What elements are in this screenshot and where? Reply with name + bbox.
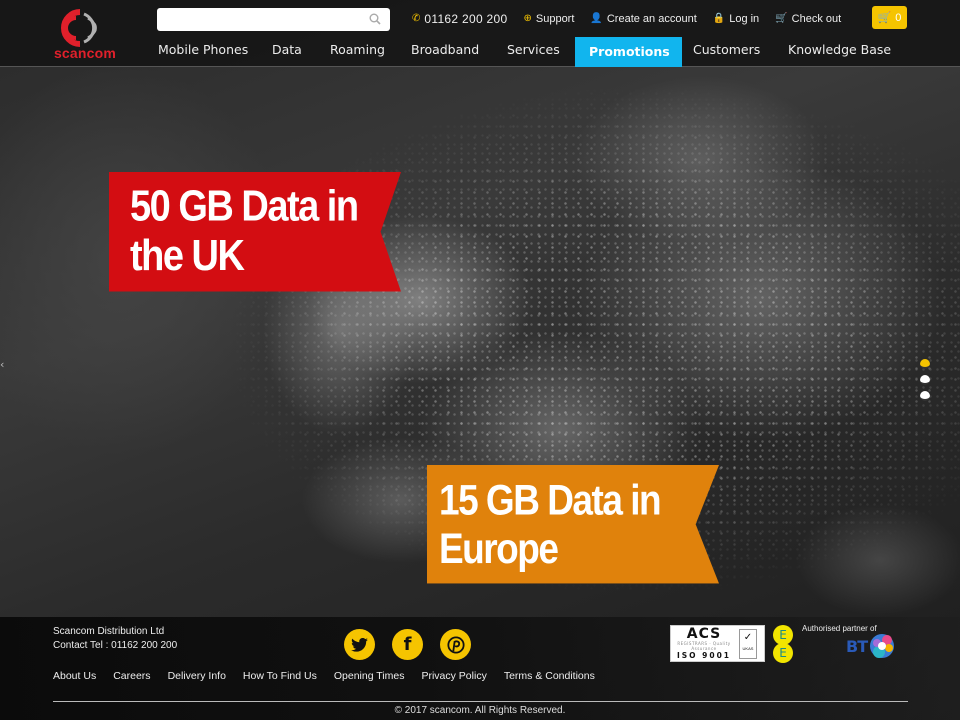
- nav-services[interactable]: Services: [507, 37, 560, 67]
- company-info: Scancom Distribution Ltd Contact Tel : 0…: [53, 625, 177, 653]
- social-links: f: [344, 629, 471, 660]
- phone-icon: ✆: [412, 13, 421, 24]
- company-contact: Contact Tel : 01162 200 200: [53, 640, 178, 651]
- checkout-link[interactable]: 🛒 Check out: [775, 13, 841, 25]
- acs-iso-badge: ACS REGISTRARS · Quality Assurance ISO 9…: [670, 625, 765, 662]
- ee-letter-2: E: [773, 643, 793, 663]
- cart-icon: 🛒: [775, 13, 788, 24]
- footer-link-terms[interactable]: Terms & Conditions: [504, 670, 595, 682]
- ee-letter-1: E: [773, 625, 793, 645]
- footer-link-how-to-find-us[interactable]: How To Find Us: [243, 670, 317, 682]
- promo-banner-uk[interactable]: 50 GB Data in the UK: [109, 172, 401, 292]
- footer-link-privacy-policy[interactable]: Privacy Policy: [421, 670, 486, 682]
- ukas-check-icon: ✓ UKAS: [739, 628, 757, 659]
- ee-logo: E E: [773, 625, 795, 663]
- footer-links: About Us Careers Delivery Info How To Fi…: [53, 670, 595, 682]
- slider-pagination: [920, 359, 932, 407]
- slider-prev-arrow[interactable]: ‹: [0, 358, 4, 371]
- acs-iso: ISO 9001: [676, 651, 732, 660]
- footer-link-delivery-info[interactable]: Delivery Info: [168, 670, 226, 682]
- nav-knowledge-base[interactable]: Knowledge Base: [788, 37, 891, 67]
- cart-button[interactable]: 🛒 0: [872, 6, 907, 29]
- support-link[interactable]: ⊕ Support: [523, 13, 574, 25]
- bt-globe-icon: [870, 634, 895, 658]
- bt-text: BT: [846, 636, 868, 656]
- top-links: ✆ 01162 200 200 ⊕ Support 👤 Create an ac…: [412, 11, 841, 27]
- facebook-icon: f: [403, 634, 412, 655]
- main-nav: Mobile Phones Data Roaming Broadband Ser…: [0, 37, 960, 67]
- login-label: Log in: [729, 13, 760, 25]
- lifebuoy-icon: ⊕: [523, 13, 532, 24]
- phone-label: 01162 200 200: [424, 12, 508, 26]
- nav-roaming[interactable]: Roaming: [330, 37, 385, 67]
- slider-dot-1[interactable]: [920, 359, 930, 369]
- create-account-link[interactable]: 👤 Create an account: [590, 13, 696, 25]
- lock-icon: 🔒: [712, 13, 726, 24]
- footer-divider: [53, 701, 908, 702]
- hero-slider: [0, 0, 960, 720]
- pinterest-icon: [446, 635, 465, 654]
- nav-mobile-phones[interactable]: Mobile Phones: [158, 37, 248, 67]
- slider-dot-2[interactable]: [920, 375, 930, 385]
- slider-dot-3[interactable]: [920, 391, 930, 401]
- pinterest-button[interactable]: [440, 629, 471, 660]
- create-account-label: Create an account: [606, 13, 697, 25]
- nav-broadband[interactable]: Broadband: [411, 37, 479, 67]
- copyright: © 2017 scancom. All Rights Reserved.: [394, 705, 566, 716]
- nav-promotions[interactable]: Promotions: [575, 37, 682, 67]
- bt-logo: BT: [846, 631, 897, 661]
- support-label: Support: [535, 13, 575, 25]
- nav-data[interactable]: Data: [272, 37, 302, 67]
- company-name: Scancom Distribution Ltd: [53, 626, 165, 637]
- site-header: scancom ✆ 01162 200 200 ⊕ Support 👤 Crea…: [0, 0, 960, 67]
- cart-icon: 🛒: [877, 12, 892, 24]
- promo-banner-europe[interactable]: 15 GB Data in Europe: [427, 465, 719, 584]
- facebook-button[interactable]: f: [392, 629, 423, 660]
- search-icon[interactable]: [369, 13, 381, 25]
- search-box: [157, 8, 390, 31]
- acs-subtitle: REGISTRARS · Quality Assurance: [677, 641, 731, 651]
- footer-link-about-us[interactable]: About Us: [53, 670, 96, 682]
- user-icon: 👤: [590, 13, 603, 24]
- map-background: [0, 0, 960, 720]
- footer-link-careers[interactable]: Careers: [113, 670, 150, 682]
- twitter-button[interactable]: [344, 629, 375, 660]
- cart-count: 0: [895, 11, 902, 24]
- acs-title: ACS: [686, 626, 722, 642]
- footer-link-opening-times[interactable]: Opening Times: [334, 670, 405, 682]
- checkout-label: Check out: [791, 13, 842, 25]
- twitter-icon: [351, 637, 368, 652]
- site-footer: Scancom Distribution Ltd Contact Tel : 0…: [0, 617, 960, 720]
- phone-link[interactable]: ✆ 01162 200 200: [412, 12, 507, 26]
- search-input[interactable]: [157, 8, 362, 31]
- login-link[interactable]: 🔒 Log in: [713, 13, 759, 25]
- nav-customers[interactable]: Customers: [693, 37, 760, 67]
